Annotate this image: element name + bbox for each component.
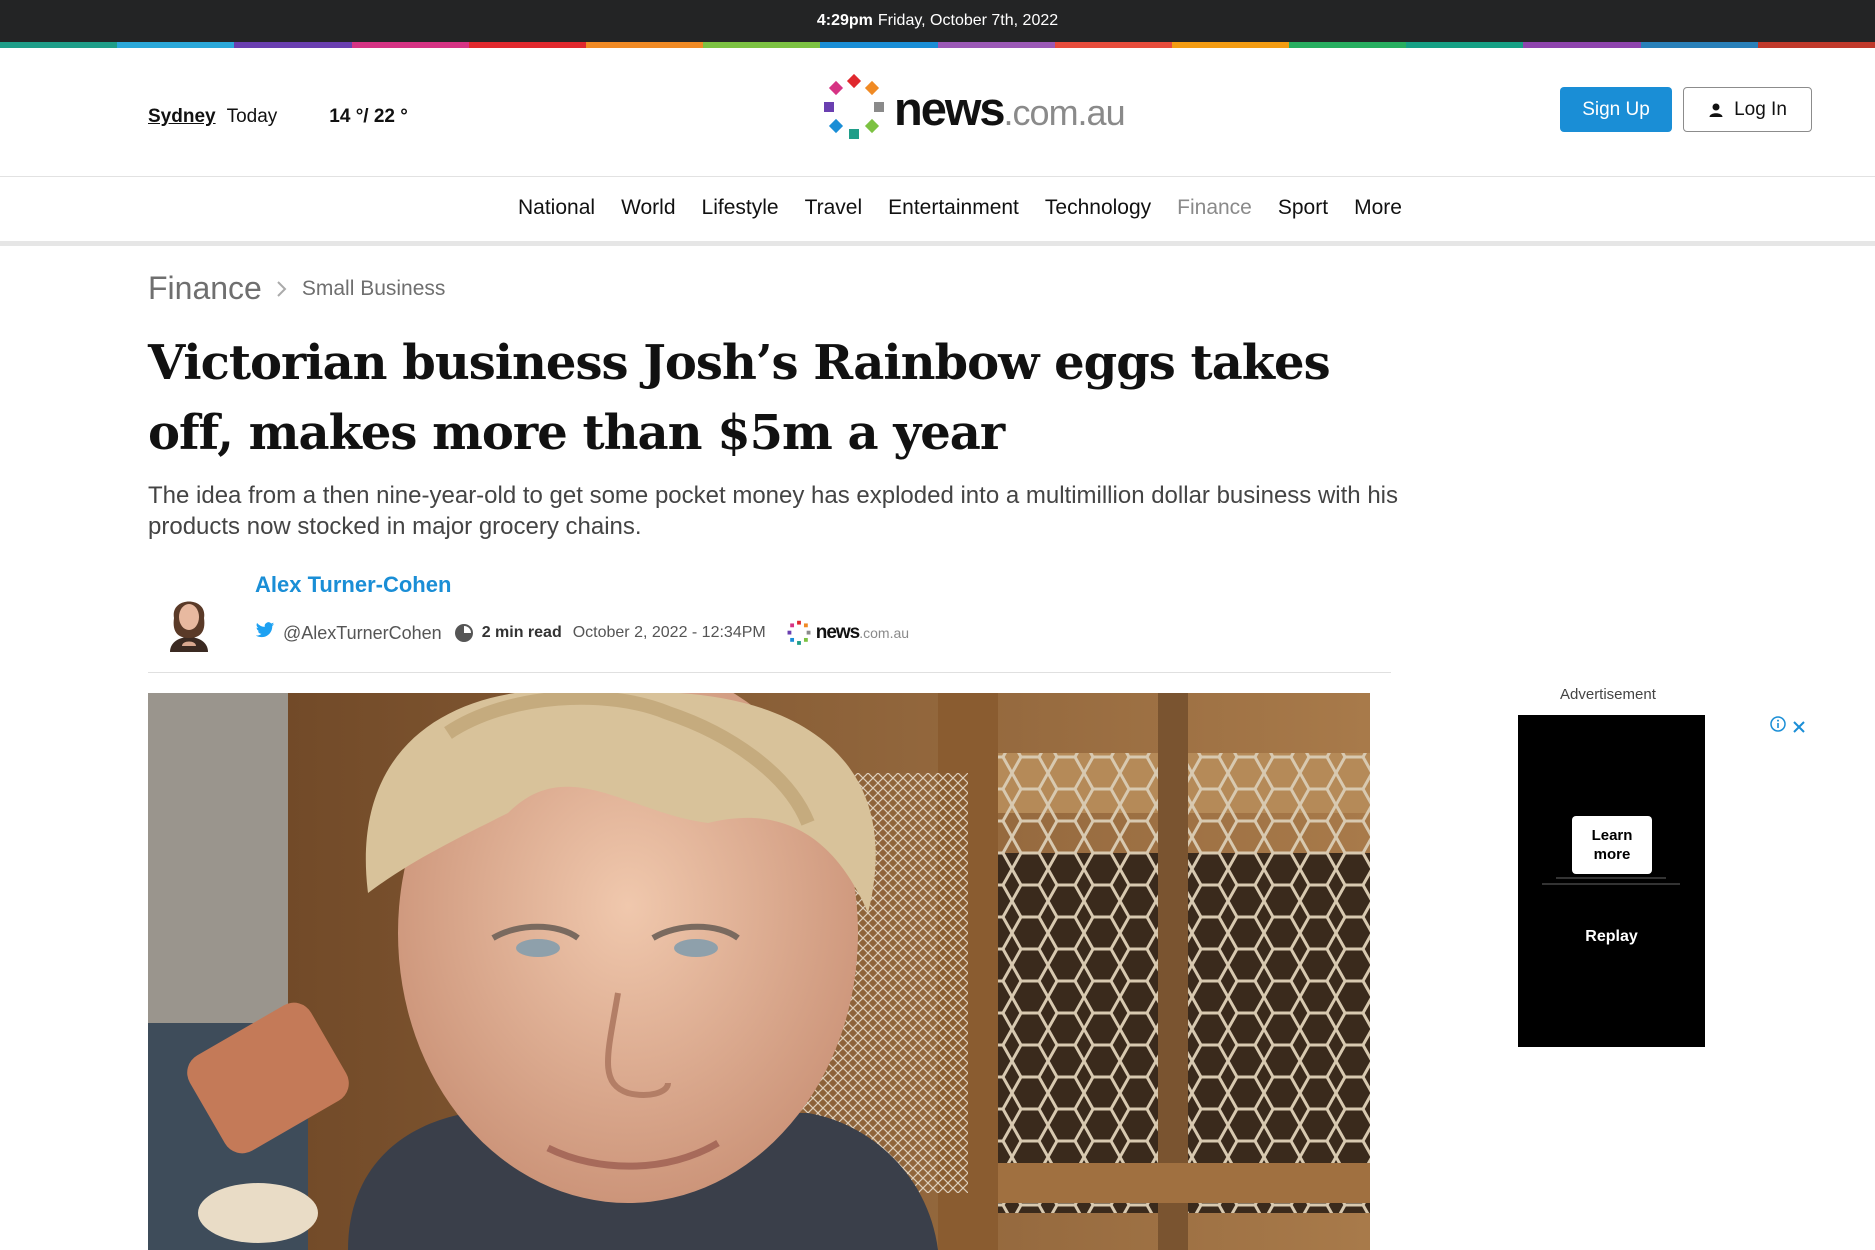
- logo-word: news: [894, 81, 1006, 135]
- read-time: 2 min read: [481, 624, 562, 641]
- nav-item-national[interactable]: National: [518, 196, 595, 220]
- nav-item-technology[interactable]: Technology: [1045, 196, 1151, 220]
- weather-temperature: 14 °/ 22 °: [329, 106, 408, 127]
- nav-item-entertainment[interactable]: Entertainment: [888, 196, 1019, 220]
- nav-item-more[interactable]: More: [1354, 196, 1402, 220]
- article-meta: @AlexTurnerCohen 2 min read October 2, 2…: [255, 620, 909, 646]
- logo-dots-icon: [824, 74, 884, 139]
- main-navigation: National World Lifestyle Travel Entertainmen…: [0, 177, 1875, 246]
- breadcrumb-section-link[interactable]: Finance: [148, 270, 262, 307]
- chevron-right-icon: [276, 279, 288, 299]
- weather-city-link[interactable]: Sydney: [148, 106, 216, 128]
- article-standfirst: The idea from a then nine-year-old to ge…: [148, 482, 1398, 540]
- advertisement-video[interactable]: Learn more Replay: [1518, 715, 1705, 1047]
- advertisement-label: Advertisement: [1560, 686, 1656, 703]
- logo-wordmark: news.com.au: [894, 81, 1126, 135]
- author-name-link[interactable]: Alex Turner-Cohen: [255, 572, 451, 598]
- publish-date: October 2, 2022 - 12:34PM: [572, 624, 766, 641]
- weather-today-label: Today: [226, 106, 278, 127]
- article-headline: Victorian business Josh’s Rainbow eggs t…: [148, 335, 1331, 461]
- current-time: 4:29pm: [816, 12, 873, 29]
- log-in-button[interactable]: Log In: [1683, 87, 1812, 132]
- twitter-icon[interactable]: [255, 622, 275, 644]
- meta-divider: [148, 672, 1391, 673]
- source-logo: news.com.au: [786, 620, 909, 646]
- nav-item-lifestyle[interactable]: Lifestyle: [702, 196, 779, 220]
- author-avatar[interactable]: [160, 588, 218, 652]
- source-logo-wordmark: news.com.au: [816, 622, 909, 644]
- site-header: Sydney Today 14 °/ 22 ° news.com.au Sign…: [0, 48, 1875, 177]
- nav-item-travel[interactable]: Travel: [805, 196, 863, 220]
- close-icon[interactable]: [1792, 720, 1806, 734]
- info-icon[interactable]: [1770, 716, 1786, 737]
- hero-photo: [148, 693, 1370, 1250]
- source-logo-word: news: [815, 622, 861, 643]
- hero-image[interactable]: [148, 693, 1370, 1250]
- sign-up-button[interactable]: Sign Up: [1560, 87, 1672, 132]
- twitter-handle-link[interactable]: @AlexTurnerCohen: [283, 623, 442, 644]
- logo-suffix: .com.au: [1003, 91, 1126, 133]
- source-logo-dots-icon: [787, 620, 811, 645]
- clock-icon: [454, 623, 474, 643]
- ad-fine-print: [1542, 877, 1680, 885]
- source-logo-suffix: .com.au: [859, 625, 910, 641]
- log-in-label: Log In: [1734, 98, 1787, 120]
- site-logo[interactable]: news.com.au: [820, 74, 1126, 142]
- breadcrumb: Finance Small Business: [148, 270, 445, 307]
- date-bar: 4:29pm Friday, October 7th, 2022: [0, 0, 1875, 42]
- learn-more-button[interactable]: Learn more: [1572, 816, 1652, 874]
- nav-item-sport[interactable]: Sport: [1278, 196, 1328, 220]
- ad-choices: [1770, 716, 1806, 737]
- breadcrumb-subsection-link[interactable]: Small Business: [302, 277, 446, 301]
- nav-item-world[interactable]: World: [621, 196, 675, 220]
- current-date: Friday, October 7th, 2022: [877, 12, 1059, 29]
- weather-widget: Sydney Today 14 °/ 22 °: [148, 106, 408, 128]
- user-icon: [1708, 102, 1724, 118]
- replay-button[interactable]: Replay: [1518, 928, 1705, 946]
- nav-item-finance[interactable]: Finance: [1177, 196, 1252, 220]
